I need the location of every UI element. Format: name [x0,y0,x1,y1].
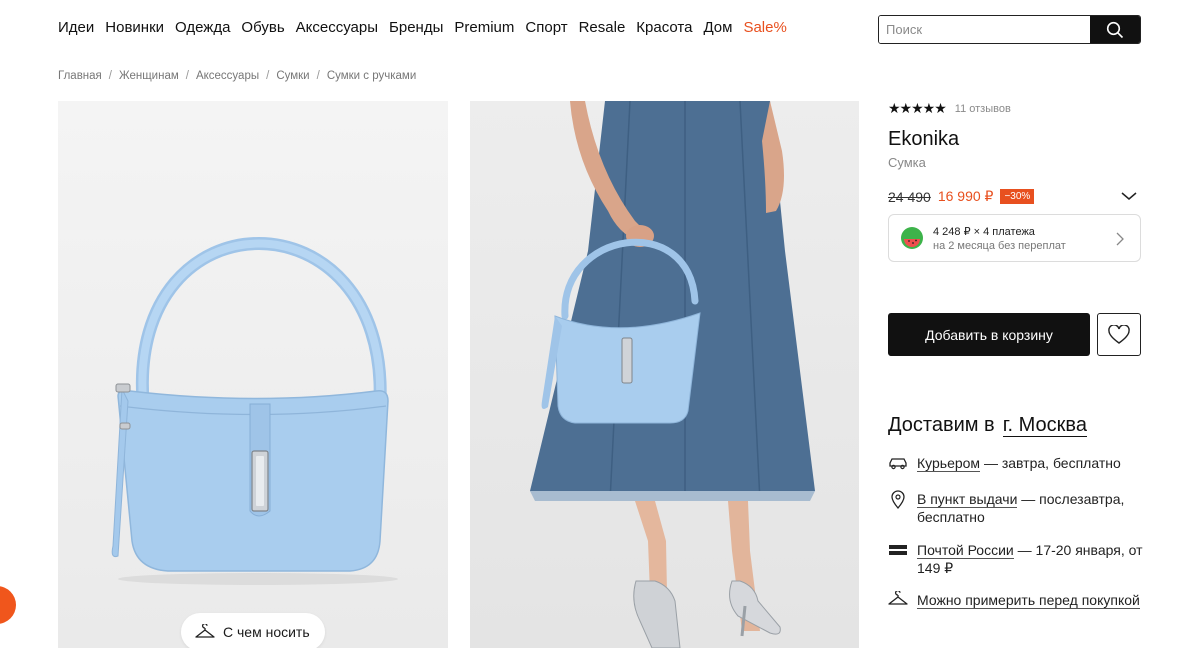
nav-item-ideas[interactable]: Идеи [58,19,94,36]
chat-fab-button[interactable] [0,586,16,624]
hanger-icon [888,591,908,605]
breadcrumb-separator: / [108,70,112,82]
model-illustration [530,101,815,648]
breadcrumb-separator: / [316,70,320,82]
product-image-model[interactable] [470,101,859,648]
delivery-post: Почтой России — 17-20 января, от 149 ₽ [888,541,1147,577]
reviews-count[interactable]: 11 отзывов [955,103,1011,115]
installment-terms: на 2 месяца без переплат [933,239,1066,252]
courier-terms: — завтра, бесплатно [980,455,1121,471]
fitting-link[interactable]: Можно примерить перед покупкой [917,592,1140,609]
hanger-icon [195,624,215,638]
installment-amount: 4 248 ₽ × 4 платежа [933,225,1035,238]
delivery-pickup: В пункт выдачи — послезавтра, бесплатно [888,490,1147,526]
product-type: Сумка [888,155,926,170]
nav-item-home[interactable]: Дом [703,19,732,36]
breadcrumb-home[interactable]: Главная [58,70,102,82]
favorite-button[interactable] [1097,313,1141,356]
add-to-cart-button[interactable]: Добавить в корзину [888,313,1090,356]
chevron-right-icon [1116,232,1124,246]
price-block: 24 490 16 990 ₽ −30% [888,188,1035,205]
nav-item-beauty[interactable]: Красота [636,19,692,36]
delivery-title: Доставим в г. Москва [888,414,1087,437]
breadcrumb-separator: / [266,70,270,82]
heart-icon [1108,324,1130,344]
search-input[interactable] [879,16,1090,43]
rating-stars: ★★★★★ [888,100,947,116]
search-icon [1106,21,1124,38]
pickup-link[interactable]: В пункт выдачи [917,491,1018,508]
delivery-city-link[interactable]: г. Москва [1002,414,1087,437]
breadcrumb: Главная / Женщинам / Аксессуары / Сумки … [58,70,416,82]
product-image-main[interactable] [58,101,448,648]
watermelon-icon [901,227,923,249]
nav-item-new[interactable]: Новинки [105,19,164,36]
search-button[interactable] [1090,16,1140,43]
nav-item-sale[interactable]: Sale% [743,19,786,36]
breadcrumb-handbags[interactable]: Сумки с ручками [327,70,416,82]
nav-item-brands[interactable]: Бренды [389,19,443,36]
courier-link[interactable]: Курьером [917,455,981,472]
breadcrumb-accessories[interactable]: Аксессуары [196,70,259,82]
delivery-courier: Курьером — завтра, бесплатно [888,454,1147,472]
delivery-fitting: Можно примерить перед покупкой [888,591,1147,609]
breadcrumb-separator: / [185,70,189,82]
post-link[interactable]: Почтой России [917,542,1014,559]
delivery-title-text: Доставим в [888,414,995,436]
car-icon [889,458,907,470]
nav-item-sport[interactable]: Спорт [525,19,567,36]
nav-item-premium[interactable]: Premium [454,19,514,36]
nav-item-resale[interactable]: Resale [579,19,626,36]
nav-item-accessories[interactable]: Аксессуары [296,19,378,36]
breadcrumb-women[interactable]: Женщинам [119,70,179,82]
nav-item-clothes[interactable]: Одежда [175,19,230,36]
installment-text: 4 248 ₽ × 4 платежа на 2 месяца без пере… [933,225,1066,252]
old-price: 24 490 [888,188,931,205]
what-to-wear-label: С чем носить [223,624,310,640]
rating[interactable]: ★★★★★ 11 отзывов [888,100,1011,117]
current-price: 16 990 ₽ [937,188,994,204]
search-bar [878,15,1141,44]
product-brand[interactable]: Ekonika [888,128,959,151]
location-pin-icon [891,490,905,510]
nav-item-shoes[interactable]: Обувь [241,19,284,36]
chevron-down-icon[interactable] [1120,190,1138,202]
installment-offer[interactable]: 4 248 ₽ × 4 платежа на 2 месяца без пере… [888,214,1141,262]
bag-illustration [111,237,398,585]
russian-post-icon [889,545,907,555]
discount-badge: −30% [1000,189,1035,204]
what-to-wear-button[interactable]: С чем носить [181,613,325,648]
breadcrumb-bags[interactable]: Сумки [276,70,309,82]
main-nav: Идеи Новинки Одежда Обувь Аксессуары Бре… [58,19,787,36]
